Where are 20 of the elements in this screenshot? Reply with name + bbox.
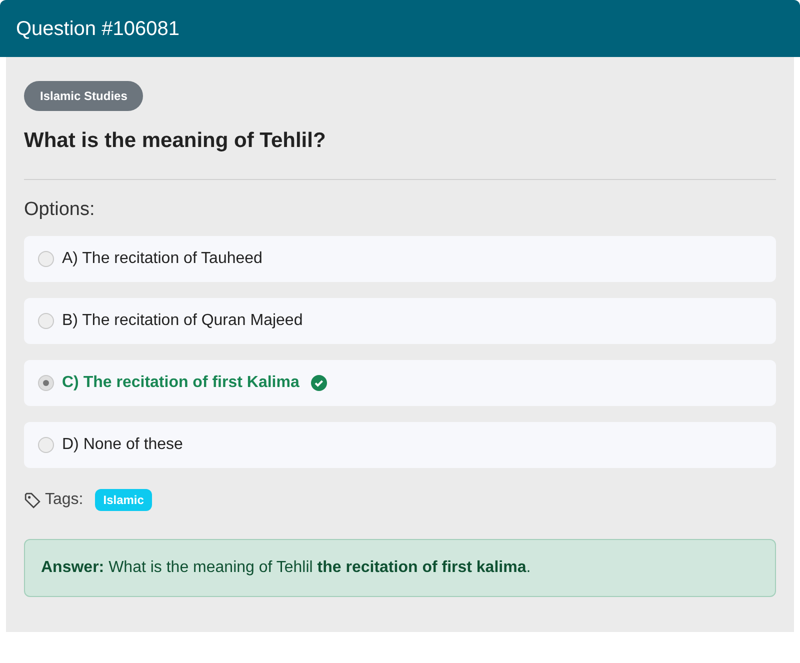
option-text: B) The recitation of Quran Majeed [62, 311, 303, 331]
option-row[interactable]: D) None of these [24, 422, 776, 468]
options-label: Options: [24, 198, 96, 222]
radio-button[interactable] [38, 313, 54, 329]
option-row[interactable]: B) The recitation of Quran Majeed [24, 298, 776, 344]
question-title: Question #106081 [16, 16, 180, 42]
option-text: D) None of these [62, 435, 183, 455]
option-text: C) The recitation of first Kalima [62, 373, 300, 393]
option-row[interactable]: A) The recitation of Tauheed [24, 236, 776, 282]
tag-icon [24, 492, 41, 508]
category-badge: Islamic Studies [24, 81, 144, 111]
radio-button[interactable] [38, 251, 54, 267]
check-circle-icon [311, 375, 328, 391]
question-text: What is the meaning of Tehlil? [24, 128, 327, 154]
answer-text: Answer: What is the meaning of Tehlil the recitation of first kalima. [41, 558, 531, 578]
radio-button[interactable] [38, 437, 54, 453]
tags-label: Tags: [45, 490, 84, 510]
option-row[interactable]: C) The recitation of first Kalima [24, 360, 776, 406]
radio-button[interactable] [38, 375, 54, 391]
option-text: A) The recitation of Tauheed [62, 249, 262, 269]
